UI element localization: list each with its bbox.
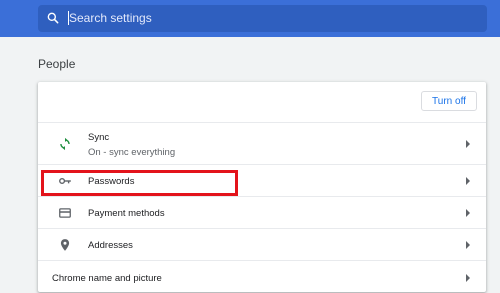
chevron-right-icon xyxy=(466,209,470,217)
turn-off-sync-button[interactable]: Turn off xyxy=(421,91,477,111)
location-pin-icon xyxy=(60,239,70,251)
chrome-name-picture-label: Chrome name and picture xyxy=(52,273,162,284)
search-box[interactable] xyxy=(38,5,487,32)
sync-icon xyxy=(60,137,70,151)
search-input[interactable] xyxy=(69,8,469,28)
chevron-right-icon xyxy=(466,140,470,148)
section-title-people: People xyxy=(38,57,76,71)
payment-methods-label: Payment methods xyxy=(88,208,165,219)
chevron-right-icon xyxy=(466,241,470,249)
chevron-right-icon xyxy=(466,177,470,185)
settings-toolbar xyxy=(0,0,500,37)
sync-row[interactable]: Sync On - sync everything xyxy=(38,122,486,165)
chevron-right-icon xyxy=(466,274,470,282)
sync-label: Sync xyxy=(88,132,110,143)
chrome-name-picture-row[interactable]: Chrome name and picture xyxy=(38,260,486,293)
credit-card-icon xyxy=(59,208,71,218)
search-icon xyxy=(47,12,59,24)
addresses-row[interactable]: Addresses xyxy=(38,228,486,261)
payment-methods-row[interactable]: Payment methods xyxy=(38,196,486,229)
sync-status: On - sync everything xyxy=(88,147,176,158)
account-header: Turn off xyxy=(38,82,486,122)
addresses-label: Addresses xyxy=(88,240,133,251)
passwords-highlight-box xyxy=(41,170,238,196)
